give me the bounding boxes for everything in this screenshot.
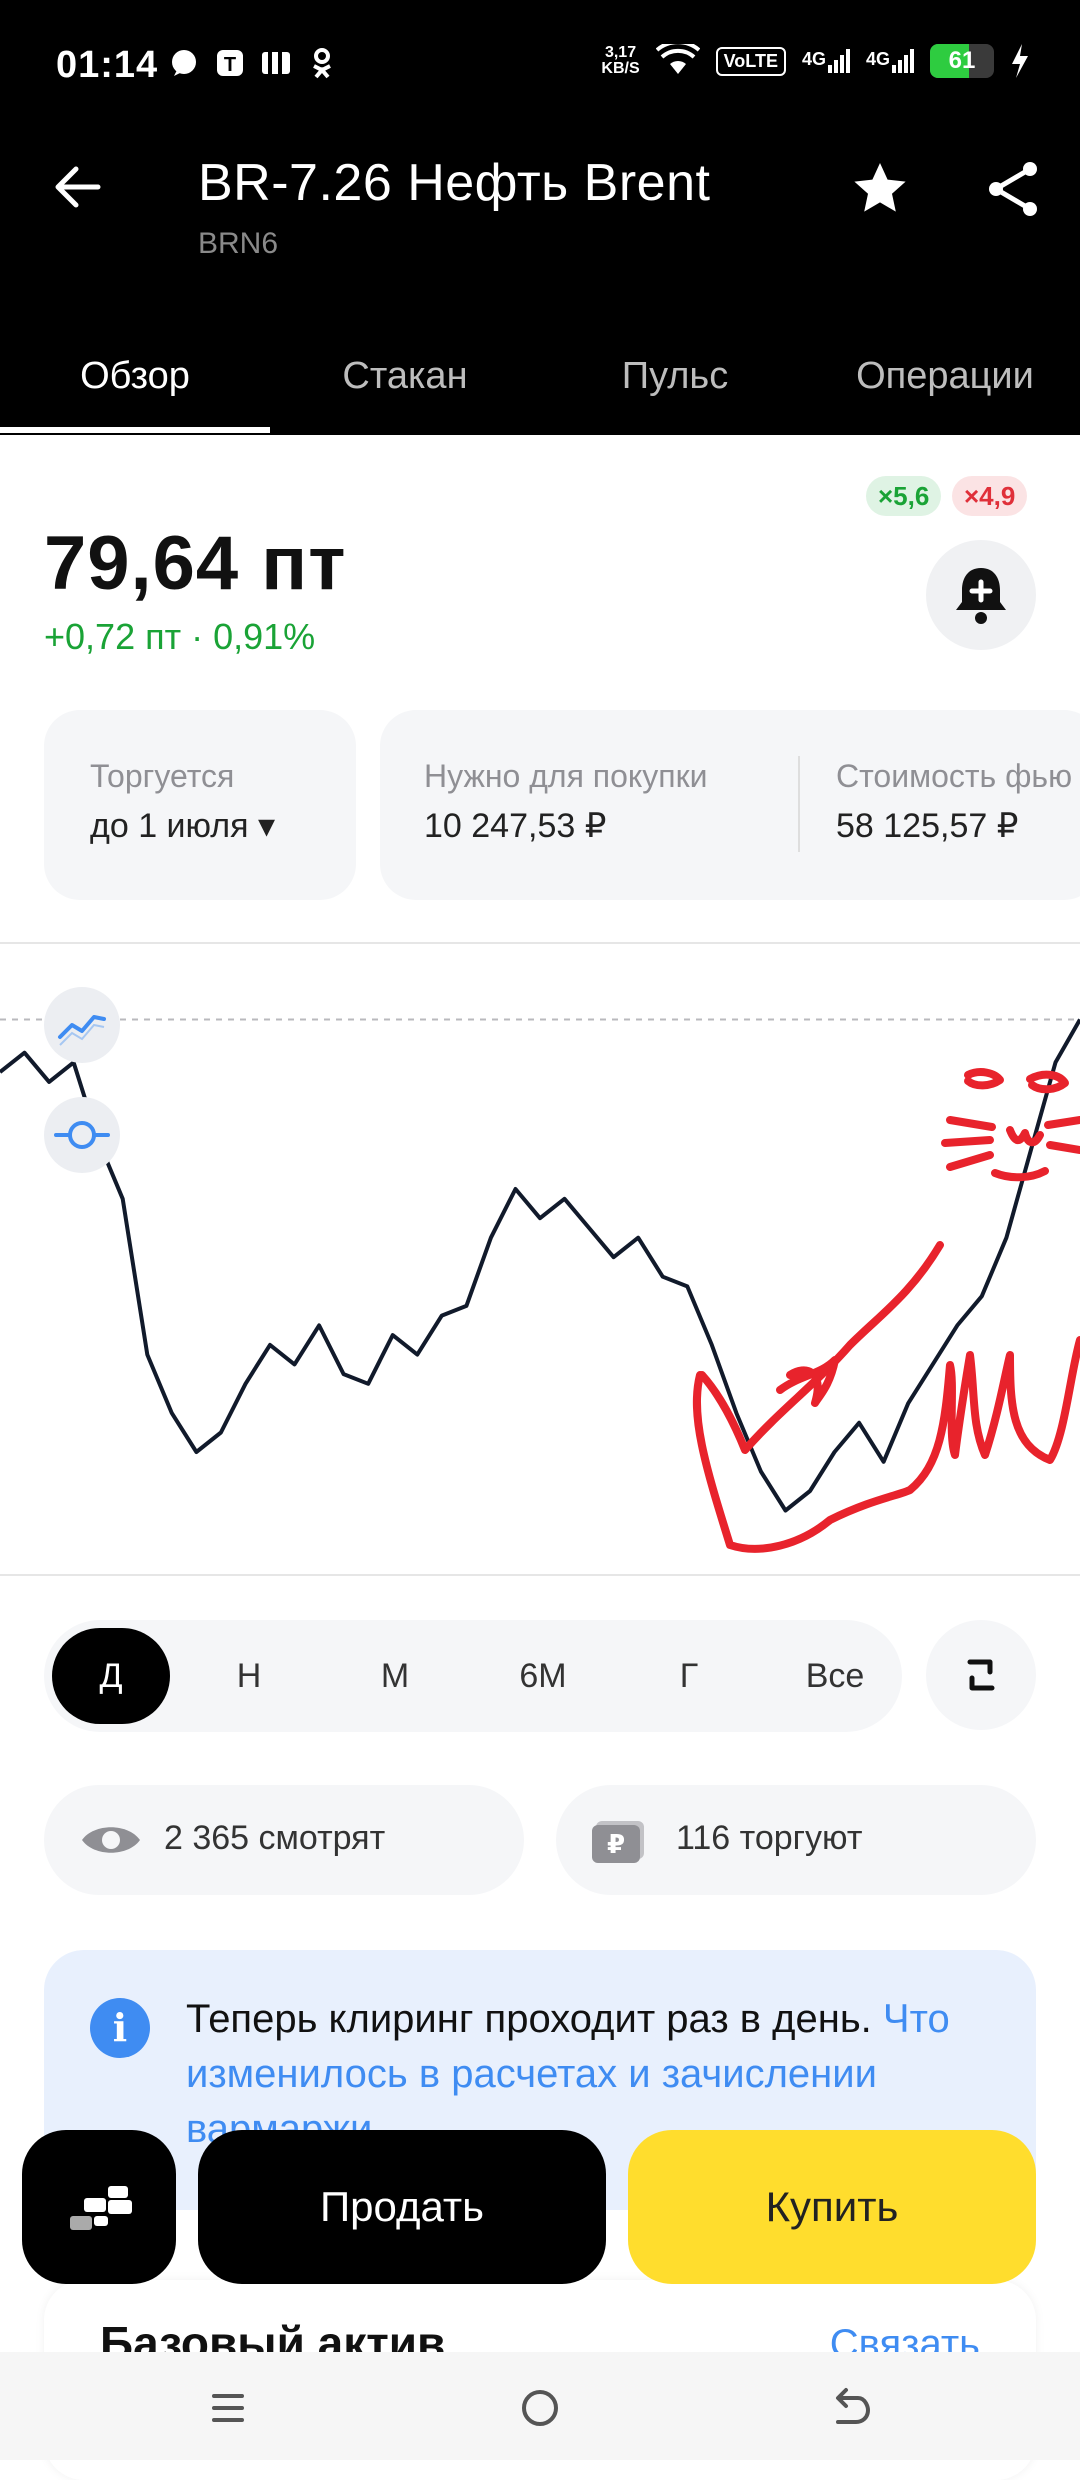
instrument-title: BR-7.26 Нефть Brent [198, 154, 711, 212]
period-all[interactable]: Все [776, 1620, 894, 1732]
price-chart-svg [0, 1018, 1080, 1553]
leverage-short-badge: ×4,9 [952, 476, 1028, 516]
signal-2: 4G [866, 49, 914, 73]
tab-order-book[interactable]: Стакан [270, 355, 540, 398]
svg-text:₽: ₽ [607, 1830, 625, 1860]
chat-icon [172, 50, 196, 76]
home-icon[interactable] [510, 2378, 570, 2438]
net-speed: 3,17 KB/S [601, 45, 639, 77]
back-nav-icon[interactable] [820, 2378, 880, 2438]
signal-1-label: 4G [801, 49, 826, 69]
notice-text: Теперь клиринг проходит раз в день. [186, 1997, 872, 2041]
futures-cost-value: 58 125,57 ₽ [836, 807, 1019, 845]
favorite-star-icon[interactable] [848, 157, 912, 221]
instrument-ticker: BRN6 [198, 227, 279, 260]
tab-overview[interactable]: Обзор [0, 355, 270, 398]
info-icon: i [90, 1998, 150, 2058]
wallet-app-icon [262, 52, 290, 74]
system-nav-bar [0, 2352, 1080, 2460]
traders-stat: ₽ 116 торгуют [556, 1785, 1036, 1895]
period-6-months[interactable]: 6М [484, 1620, 602, 1732]
instrument-header: BR-7.26 Нефть Brent BRN6 Обзор Стакан Пу… [0, 135, 1080, 435]
leverage-long-badge: ×5,6 [866, 476, 942, 516]
chart-bottom-divider [0, 1574, 1080, 1576]
period-day[interactable]: Д [52, 1628, 170, 1724]
watchers-count: 2 365 смотрят [164, 1819, 386, 1857]
price-series-line [0, 1018, 1080, 1513]
expiry-label: Торгуется [90, 758, 235, 794]
ruble-card-icon: ₽ [592, 1821, 644, 1863]
add-alert-button[interactable] [926, 540, 1036, 650]
net-speed-value: 3,17 [604, 44, 637, 61]
traders-count: 116 торгуют [676, 1819, 863, 1857]
margin-required-label: Нужно для покупки [424, 758, 708, 794]
chart-top-divider [0, 942, 1080, 944]
contract-info-cards: Торгуется до 1 июля ▾ Нужно для покупки … [44, 710, 1080, 900]
line-chart-icon [58, 1015, 106, 1046]
eye-icon [82, 1827, 140, 1853]
doodle-cat-eye-right [1026, 1070, 1069, 1094]
current-price: 79,64 пт [44, 521, 347, 606]
price-chart[interactable] [0, 945, 1080, 1575]
period-month[interactable]: М [336, 1620, 454, 1732]
net-speed-unit: KB/S [601, 60, 640, 77]
margin-required-value: 10 247,53 ₽ [424, 807, 607, 845]
signal-1: 4G [802, 49, 850, 73]
bank-app-icon: T [217, 50, 243, 76]
chart-type-button[interactable] [44, 987, 120, 1063]
volte-badge: VoLTE [715, 46, 786, 76]
battery-indicator: 61 [930, 44, 994, 78]
signal-icon [827, 49, 850, 73]
signal-icon [892, 49, 914, 73]
fullscreen-chart-button[interactable] [926, 1620, 1036, 1730]
bell-plus-icon [956, 568, 1006, 624]
status-bar: 01:14 T 3,17 KB/S VoLTE 4G 4G 61 [0, 0, 1080, 135]
back-arrow-icon[interactable] [48, 157, 108, 217]
svg-text:T: T [224, 54, 236, 76]
recent-apps-icon[interactable] [198, 2378, 258, 2438]
period-year[interactable]: Г [630, 1620, 748, 1732]
status-time: 01:14 [56, 44, 159, 86]
period-week[interactable]: Н [190, 1620, 308, 1732]
trade-actions: Продать Купить [0, 2130, 1080, 2286]
expiry-value: до 1 июля ▾ [90, 807, 276, 845]
expiry-card[interactable]: Торгуется до 1 июля ▾ [44, 710, 356, 900]
margin-cost-card: Нужно для покупки 10 247,53 ₽ Стоимость … [380, 710, 1080, 900]
tab-pulse[interactable]: Пульс [540, 355, 810, 398]
futures-cost-label: Стоимость фью [836, 758, 1073, 794]
red-cat-doodle [692, 1068, 1080, 1553]
app-logo-icon [70, 2186, 132, 2230]
watchers-stat: 2 365 смотрят [44, 1785, 524, 1895]
status-right: 3,17 KB/S VoLTE 4G 4G 61 [601, 44, 1030, 78]
expand-icon [967, 1659, 995, 1691]
buy-button[interactable]: Купить [628, 2130, 1036, 2284]
tab-bar: Обзор Стакан Пульс Операции [0, 335, 1080, 435]
doodle-cat-eye-left [964, 1068, 1004, 1090]
menu-logo-button[interactable] [22, 2130, 176, 2284]
share-icon[interactable] [982, 157, 1046, 221]
card-separator [798, 756, 800, 852]
period-selector: Д Н М 6М Г Все [44, 1620, 902, 1732]
sell-button[interactable]: Продать [198, 2130, 606, 2284]
ok-app-icon [313, 48, 331, 79]
signal-2-label: 4G [865, 49, 890, 69]
chart-indicators-button[interactable] [44, 1097, 120, 1173]
status-app-icons: T [168, 46, 338, 80]
doodle-cat-mouth [991, 1167, 1049, 1182]
doodle-cat-paw [776, 1356, 839, 1407]
price-change: +0,72 пт · 0,91% [44, 616, 316, 657]
wifi-icon [655, 44, 700, 74]
charging-icon [1012, 44, 1028, 78]
active-tab-indicator [0, 427, 270, 433]
tab-operations[interactable]: Операции [810, 355, 1080, 398]
crosshair-icon [54, 1121, 110, 1149]
battery-level: 61 [948, 47, 976, 74]
